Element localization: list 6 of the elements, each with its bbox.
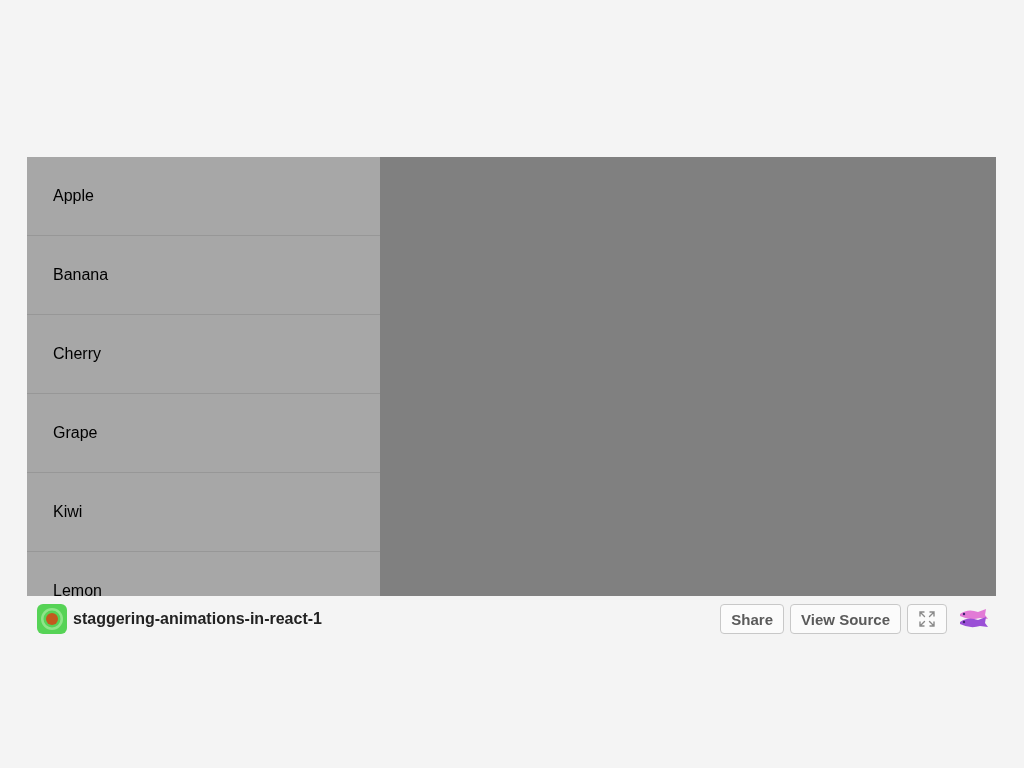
view-source-button[interactable]: View Source xyxy=(790,604,901,634)
share-button[interactable]: Share xyxy=(720,604,785,634)
fullscreen-button[interactable] xyxy=(907,604,947,634)
expand-icon xyxy=(918,610,936,628)
app-icon xyxy=(37,604,67,634)
project-title: staggering-animations-in-react-1 xyxy=(73,610,323,628)
